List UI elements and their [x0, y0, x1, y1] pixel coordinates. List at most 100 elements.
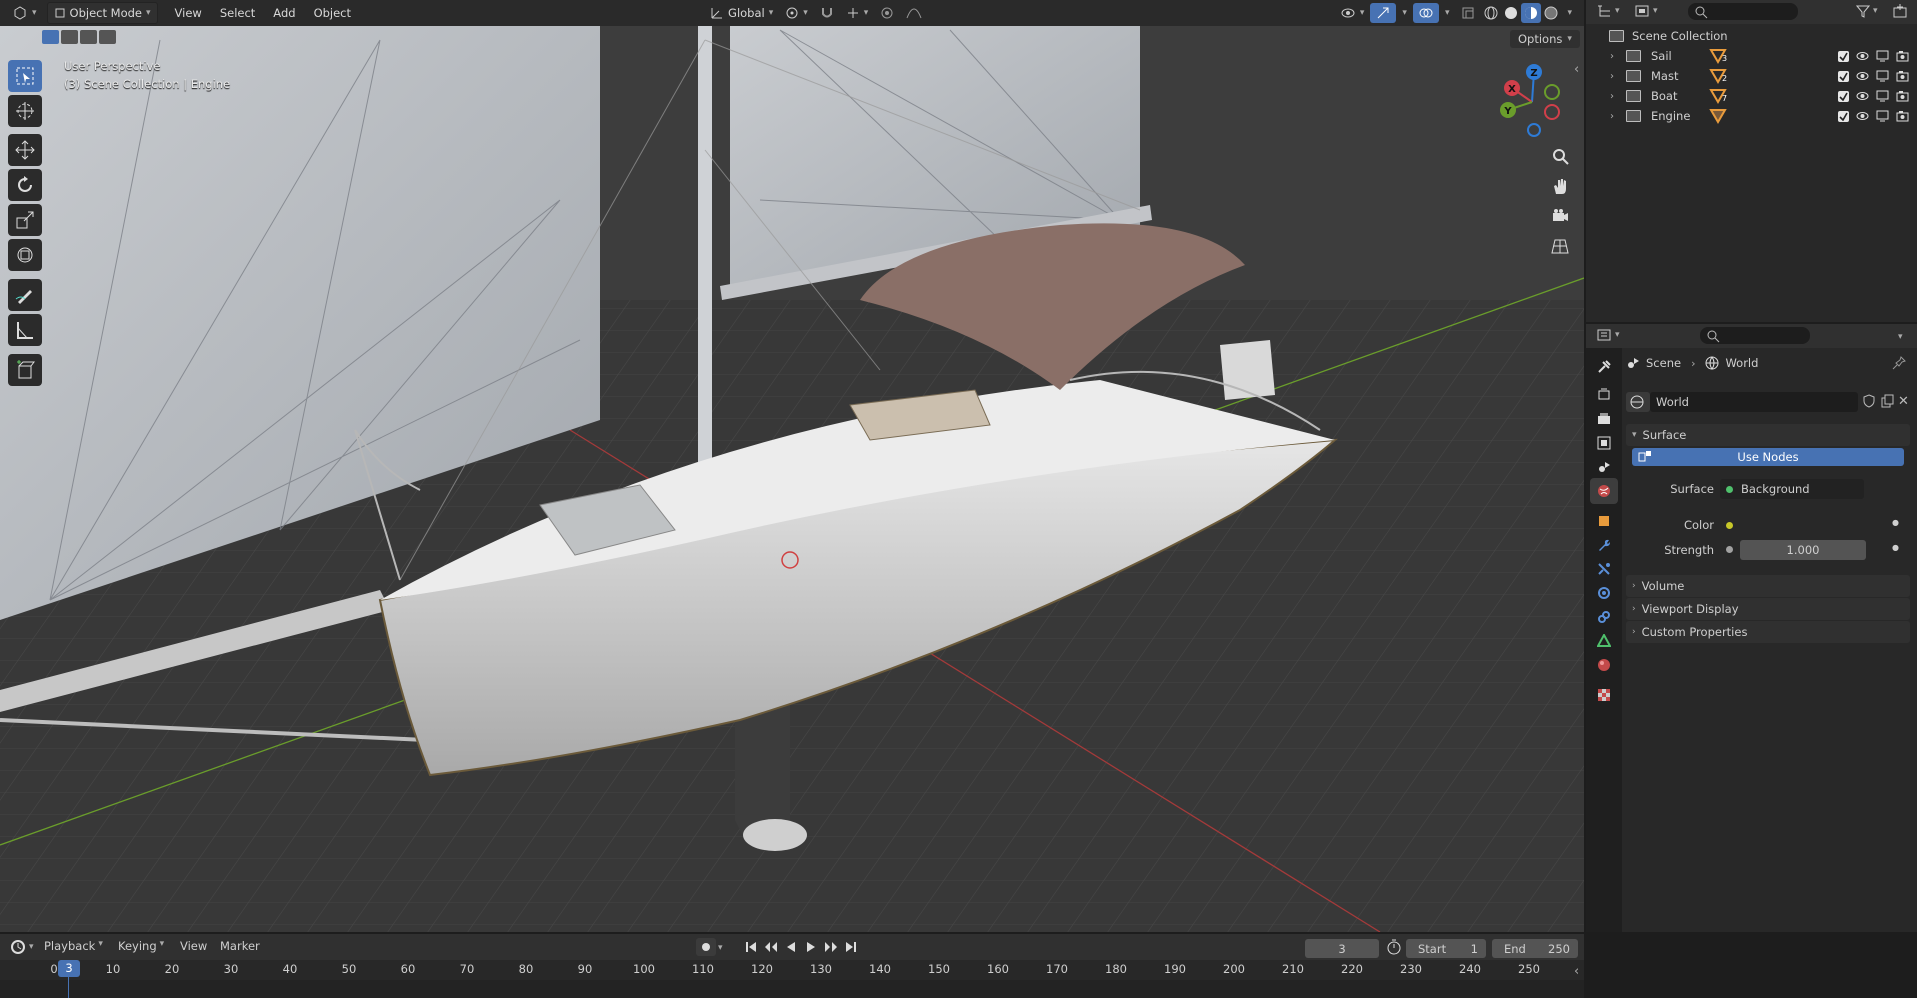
tool-cursor[interactable]: [8, 95, 42, 127]
tab-particles[interactable]: [1590, 556, 1618, 582]
select-new-icon[interactable]: [42, 30, 59, 44]
scene-collection-row[interactable]: Scene Collection: [1586, 26, 1917, 46]
world-browse-button[interactable]: [1626, 392, 1650, 412]
exclude-checkbox[interactable]: [1838, 50, 1849, 62]
expand-right-icon[interactable]: ›: [1610, 51, 1624, 62]
unlink-world-button[interactable]: ✕: [1898, 394, 1909, 409]
timeline-view-menu[interactable]: View: [180, 939, 207, 953]
outliner-search-input[interactable]: [1688, 3, 1798, 20]
tab-object[interactable]: [1590, 508, 1618, 534]
marker-menu[interactable]: Marker: [220, 939, 260, 953]
render-camera-icon[interactable]: [1896, 110, 1909, 122]
tool-transform[interactable]: [8, 239, 42, 271]
custom-properties-panel-header[interactable]: › Custom Properties: [1626, 621, 1910, 643]
expand-right-icon[interactable]: ›: [1610, 71, 1624, 82]
strength-keyframe-dot-icon[interactable]: ●: [1892, 543, 1899, 552]
properties-editor-type-button[interactable]: ▾: [1596, 328, 1620, 342]
tool-annotate[interactable]: [8, 279, 42, 311]
sidebar-toggle-arrow[interactable]: ‹: [1574, 62, 1579, 77]
monitor-icon[interactable]: [1876, 50, 1889, 62]
tab-render[interactable]: [1590, 382, 1618, 408]
outliner-row-sail[interactable]: › Sail 3: [1586, 46, 1917, 66]
camera-view-button[interactable]: [1546, 202, 1574, 230]
3d-viewport[interactable]: ▾ Object Mode ▾ View Select Add Object Gl…: [0, 0, 1584, 932]
play-reverse-button[interactable]: [782, 938, 800, 956]
auto-keying-toggle[interactable]: [696, 938, 716, 956]
filter-dropdown[interactable]: ▾: [1856, 4, 1878, 18]
tab-scene[interactable]: [1590, 454, 1618, 480]
tab-world[interactable]: [1590, 478, 1618, 504]
render-camera-icon[interactable]: [1896, 90, 1909, 102]
tab-tool[interactable]: [1590, 354, 1618, 380]
frame-ruler[interactable]: 3 ‹ 0 10 20 30 40 50 60 70 80 90 100 110 120 130 140 15…: [0, 960, 1584, 998]
options-dropdown[interactable]: Options ▾: [1510, 30, 1580, 48]
tab-modifiers[interactable]: [1590, 532, 1618, 558]
color-keyframe-dot-icon[interactable]: ●: [1892, 518, 1899, 527]
pin-button[interactable]: [1892, 356, 1906, 370]
current-frame-field[interactable]: 3: [1305, 939, 1379, 958]
breadcrumb-scene[interactable]: Scene: [1646, 356, 1681, 370]
next-keyframe-button[interactable]: [822, 938, 840, 956]
menu-add[interactable]: Add: [264, 6, 304, 20]
gizmo-dropdown[interactable]: ▾: [1396, 3, 1413, 23]
tab-texture[interactable]: [1590, 682, 1618, 708]
exclude-checkbox[interactable]: [1838, 90, 1849, 102]
keyframe-track[interactable]: [0, 980, 1584, 998]
transform-orientation-dropdown[interactable]: Global ▾: [704, 3, 779, 23]
tool-select-box[interactable]: [8, 60, 42, 92]
fake-user-button[interactable]: [1862, 394, 1876, 408]
menu-view[interactable]: View: [166, 6, 211, 20]
zoom-button[interactable]: [1546, 142, 1574, 170]
visibility-dropdown[interactable]: ▾: [1334, 3, 1371, 23]
perspective-toggle-button[interactable]: [1546, 232, 1574, 260]
material-shading-button[interactable]: [1521, 3, 1542, 23]
menu-select[interactable]: Select: [211, 6, 264, 20]
render-camera-icon[interactable]: [1896, 70, 1909, 82]
snap-toggle[interactable]: [814, 3, 840, 23]
proportional-edit-toggle[interactable]: [874, 3, 900, 23]
tab-view-layer[interactable]: [1590, 430, 1618, 456]
outliner-row-boat[interactable]: › Boat 7: [1586, 86, 1917, 106]
menu-object[interactable]: Object: [305, 6, 360, 20]
tab-physics[interactable]: [1590, 580, 1618, 606]
wireframe-shading-button[interactable]: [1481, 3, 1501, 23]
tool-rotate[interactable]: [8, 169, 42, 201]
volume-panel-header[interactable]: › Volume: [1626, 575, 1910, 597]
eye-icon[interactable]: [1856, 50, 1869, 62]
surface-panel-header[interactable]: ▾ Surface: [1626, 424, 1910, 446]
monitor-icon[interactable]: [1876, 110, 1889, 122]
playhead[interactable]: 3: [58, 960, 80, 977]
breadcrumb-world[interactable]: World: [1725, 356, 1758, 370]
properties-options-dropdown[interactable]: ▾: [1898, 328, 1903, 342]
pivot-dropdown[interactable]: ▾: [779, 3, 814, 23]
eye-icon[interactable]: [1856, 110, 1869, 122]
exclude-checkbox[interactable]: [1838, 70, 1849, 82]
mode-dropdown[interactable]: Object Mode ▾: [46, 2, 158, 24]
eye-icon[interactable]: [1856, 70, 1869, 82]
new-collection-button[interactable]: [1892, 4, 1908, 18]
tab-data[interactable]: [1590, 628, 1618, 654]
tab-material[interactable]: [1590, 652, 1618, 678]
world-name-field[interactable]: World: [1650, 392, 1858, 412]
outliner-row-mast[interactable]: › Mast 2: [1586, 66, 1917, 86]
falloff-dropdown[interactable]: [900, 3, 928, 23]
properties-search-input[interactable]: [1700, 327, 1810, 344]
eye-icon[interactable]: [1856, 90, 1869, 102]
surface-shader-field[interactable]: Background: [1720, 479, 1864, 499]
keying-set-dropdown[interactable]: ▾: [718, 939, 723, 953]
use-nodes-button[interactable]: Use Nodes: [1632, 448, 1904, 466]
editor-type-button[interactable]: ▾: [6, 3, 43, 23]
tab-constraints[interactable]: [1590, 604, 1618, 630]
overlays-toggle[interactable]: [1412, 3, 1439, 23]
gizmo-toggle[interactable]: [1370, 3, 1397, 23]
tab-output[interactable]: [1590, 406, 1618, 432]
outliner-row-engine[interactable]: › Engine: [1586, 106, 1917, 126]
duplicate-world-button[interactable]: [1880, 394, 1894, 408]
timeline-editor-type-button[interactable]: ▾: [10, 939, 34, 955]
end-frame-field[interactable]: End 250: [1492, 939, 1578, 958]
pan-button[interactable]: [1546, 172, 1574, 200]
expand-right-icon[interactable]: ›: [1610, 91, 1624, 102]
xray-toggle[interactable]: [1455, 3, 1481, 23]
tool-scale[interactable]: [8, 204, 42, 236]
solid-shading-button[interactable]: [1501, 3, 1521, 23]
